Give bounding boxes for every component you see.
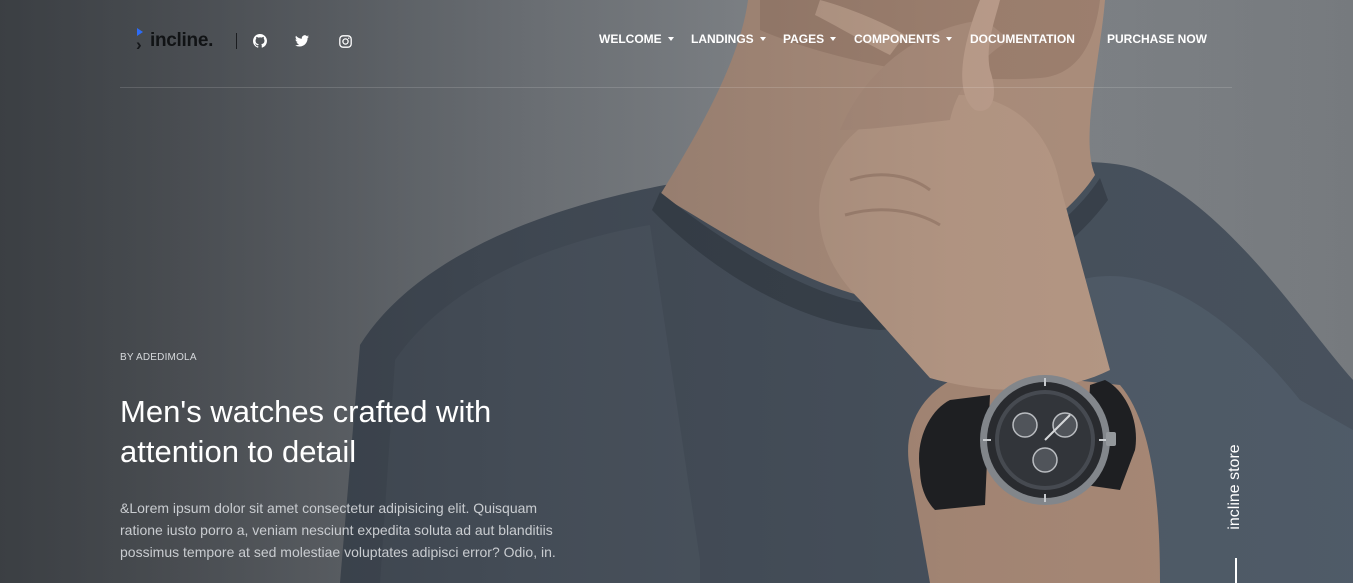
nav-components[interactable]: COMPONENTS xyxy=(854,32,953,46)
caret-down-icon xyxy=(830,37,837,41)
purchase-now-button[interactable]: PURCHASE NOW xyxy=(1107,32,1207,46)
side-store-link[interactable]: incline store xyxy=(1222,430,1248,583)
purchase-now-label: PURCHASE NOW xyxy=(1107,32,1208,46)
hero-description: &Lorem ipsum dolor sit amet consectetur … xyxy=(120,500,556,560)
side-store-label: incline store xyxy=(1226,444,1243,530)
side-line-divider xyxy=(1235,558,1237,583)
nav-pages[interactable]: PAGES xyxy=(783,32,837,46)
logo-icon: › xyxy=(136,28,146,54)
hero-headline: Men's watches crafted with attention to … xyxy=(120,394,492,469)
nav-landings[interactable]: LANDINGS xyxy=(691,32,766,46)
caret-down-icon xyxy=(667,37,674,41)
nav-welcome-label: WELCOME xyxy=(599,32,662,46)
caret-down-icon xyxy=(759,37,766,41)
brand-logo[interactable]: › incline. xyxy=(136,28,213,54)
nav-documentation[interactable]: DOCUMENTATION xyxy=(970,32,1075,46)
author-byline: BY ADEDIMOLA xyxy=(120,352,197,363)
instagram-icon[interactable] xyxy=(337,33,353,49)
header-divider xyxy=(236,33,237,49)
nav-components-label: COMPONENTS xyxy=(854,32,941,46)
nav-documentation-label: DOCUMENTATION xyxy=(970,32,1075,46)
hero-section: › incline. WELCOME LANDINGS PAGES COMPON… xyxy=(0,0,1353,583)
site-header: › incline. WELCOME LANDINGS PAGES COMPON… xyxy=(120,0,1232,88)
nav-welcome[interactable]: WELCOME xyxy=(599,32,674,46)
github-icon[interactable] xyxy=(252,33,268,49)
twitter-icon[interactable] xyxy=(294,33,310,49)
brand-name: incline. xyxy=(150,30,214,51)
nav-landings-label: LANDINGS xyxy=(691,32,754,46)
caret-down-icon xyxy=(946,37,953,41)
nav-pages-label: PAGES xyxy=(783,32,825,46)
